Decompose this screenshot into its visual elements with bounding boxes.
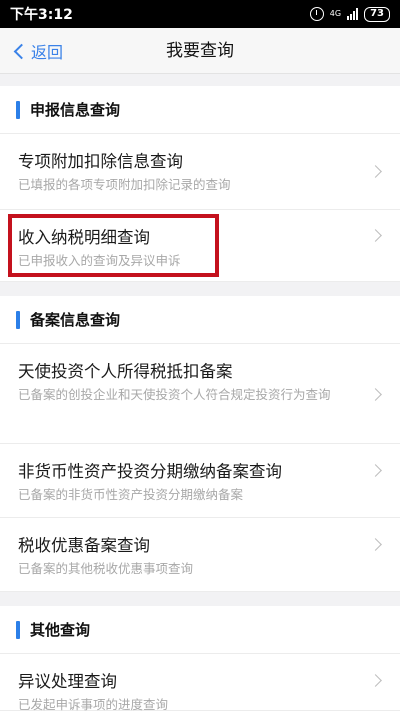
- section-accent-bar: [16, 310, 20, 329]
- navigation-bar: 返回 我要查询: [0, 28, 400, 74]
- section-header-other: 其他查询: [0, 606, 400, 654]
- list-item-non-monetary-asset[interactable]: 非货币性资产投资分期缴纳备案查询 已备案的非货币性资产投资分期缴纳备案: [0, 444, 400, 518]
- list-item-income-tax-detail[interactable]: 收入纳税明细查询 已申报收入的查询及异议申诉: [0, 210, 400, 282]
- chevron-right-icon: [369, 165, 382, 178]
- page-title: 我要查询: [166, 41, 234, 61]
- signal-icon: [347, 8, 359, 20]
- network-label: 4G: [329, 9, 342, 18]
- list-item-dispute-handling[interactable]: 异议处理查询 已发起申诉事项的进度查询: [0, 654, 400, 711]
- item-title: 非货币性资产投资分期缴纳备案查询: [18, 462, 282, 481]
- item-title: 异议处理查询: [18, 672, 117, 691]
- chevron-right-icon: [369, 229, 382, 242]
- chevron-right-icon: [369, 674, 382, 687]
- battery-icon: 73: [364, 6, 390, 22]
- item-description: 已填报的各项专项附加扣除记录的查询: [18, 177, 231, 192]
- chevron-right-icon: [369, 388, 382, 401]
- list-item-angel-investment[interactable]: 天使投资个人所得税抵扣备案 已备案的创投企业和天使投资个人符合规定投资行为查询: [0, 344, 400, 444]
- status-bar: 下午3:12 4G 73: [0, 0, 400, 28]
- item-description: 已发起申诉事项的进度查询: [18, 697, 169, 711]
- status-icons: 4G 73: [309, 6, 390, 22]
- section-header-declaration: 申报信息查询: [0, 86, 400, 134]
- list-item-tax-preference[interactable]: 税收优惠备案查询 已备案的其他税收优惠事项查询: [0, 518, 400, 592]
- section-title: 申报信息查询: [30, 101, 121, 119]
- item-description: 已备案的创投企业和天使投资个人符合规定投资行为查询: [18, 387, 331, 402]
- section-title: 备案信息查询: [30, 311, 121, 329]
- item-title: 税收优惠备案查询: [18, 536, 150, 555]
- chevron-right-icon: [369, 538, 382, 551]
- item-description: 已备案的其他税收优惠事项查询: [18, 561, 194, 576]
- item-title: 收入纳税明细查询: [18, 228, 150, 247]
- item-description: 已备案的非货币性资产投资分期缴纳备案: [18, 487, 244, 502]
- section-accent-bar: [16, 620, 20, 639]
- item-title: 天使投资个人所得税抵扣备案: [18, 362, 233, 381]
- list-item-special-deduction[interactable]: 专项附加扣除信息查询 已填报的各项专项附加扣除记录的查询: [0, 134, 400, 210]
- item-description: 已申报收入的查询及异议申诉: [18, 253, 181, 268]
- item-title: 专项附加扣除信息查询: [18, 152, 183, 171]
- alarm-icon: [309, 7, 324, 21]
- status-time: 下午3:12: [10, 7, 73, 23]
- chevron-right-icon: [369, 464, 382, 477]
- section-accent-bar: [16, 100, 20, 119]
- section-header-filing: 备案信息查询: [0, 296, 400, 344]
- section-title: 其他查询: [30, 621, 91, 639]
